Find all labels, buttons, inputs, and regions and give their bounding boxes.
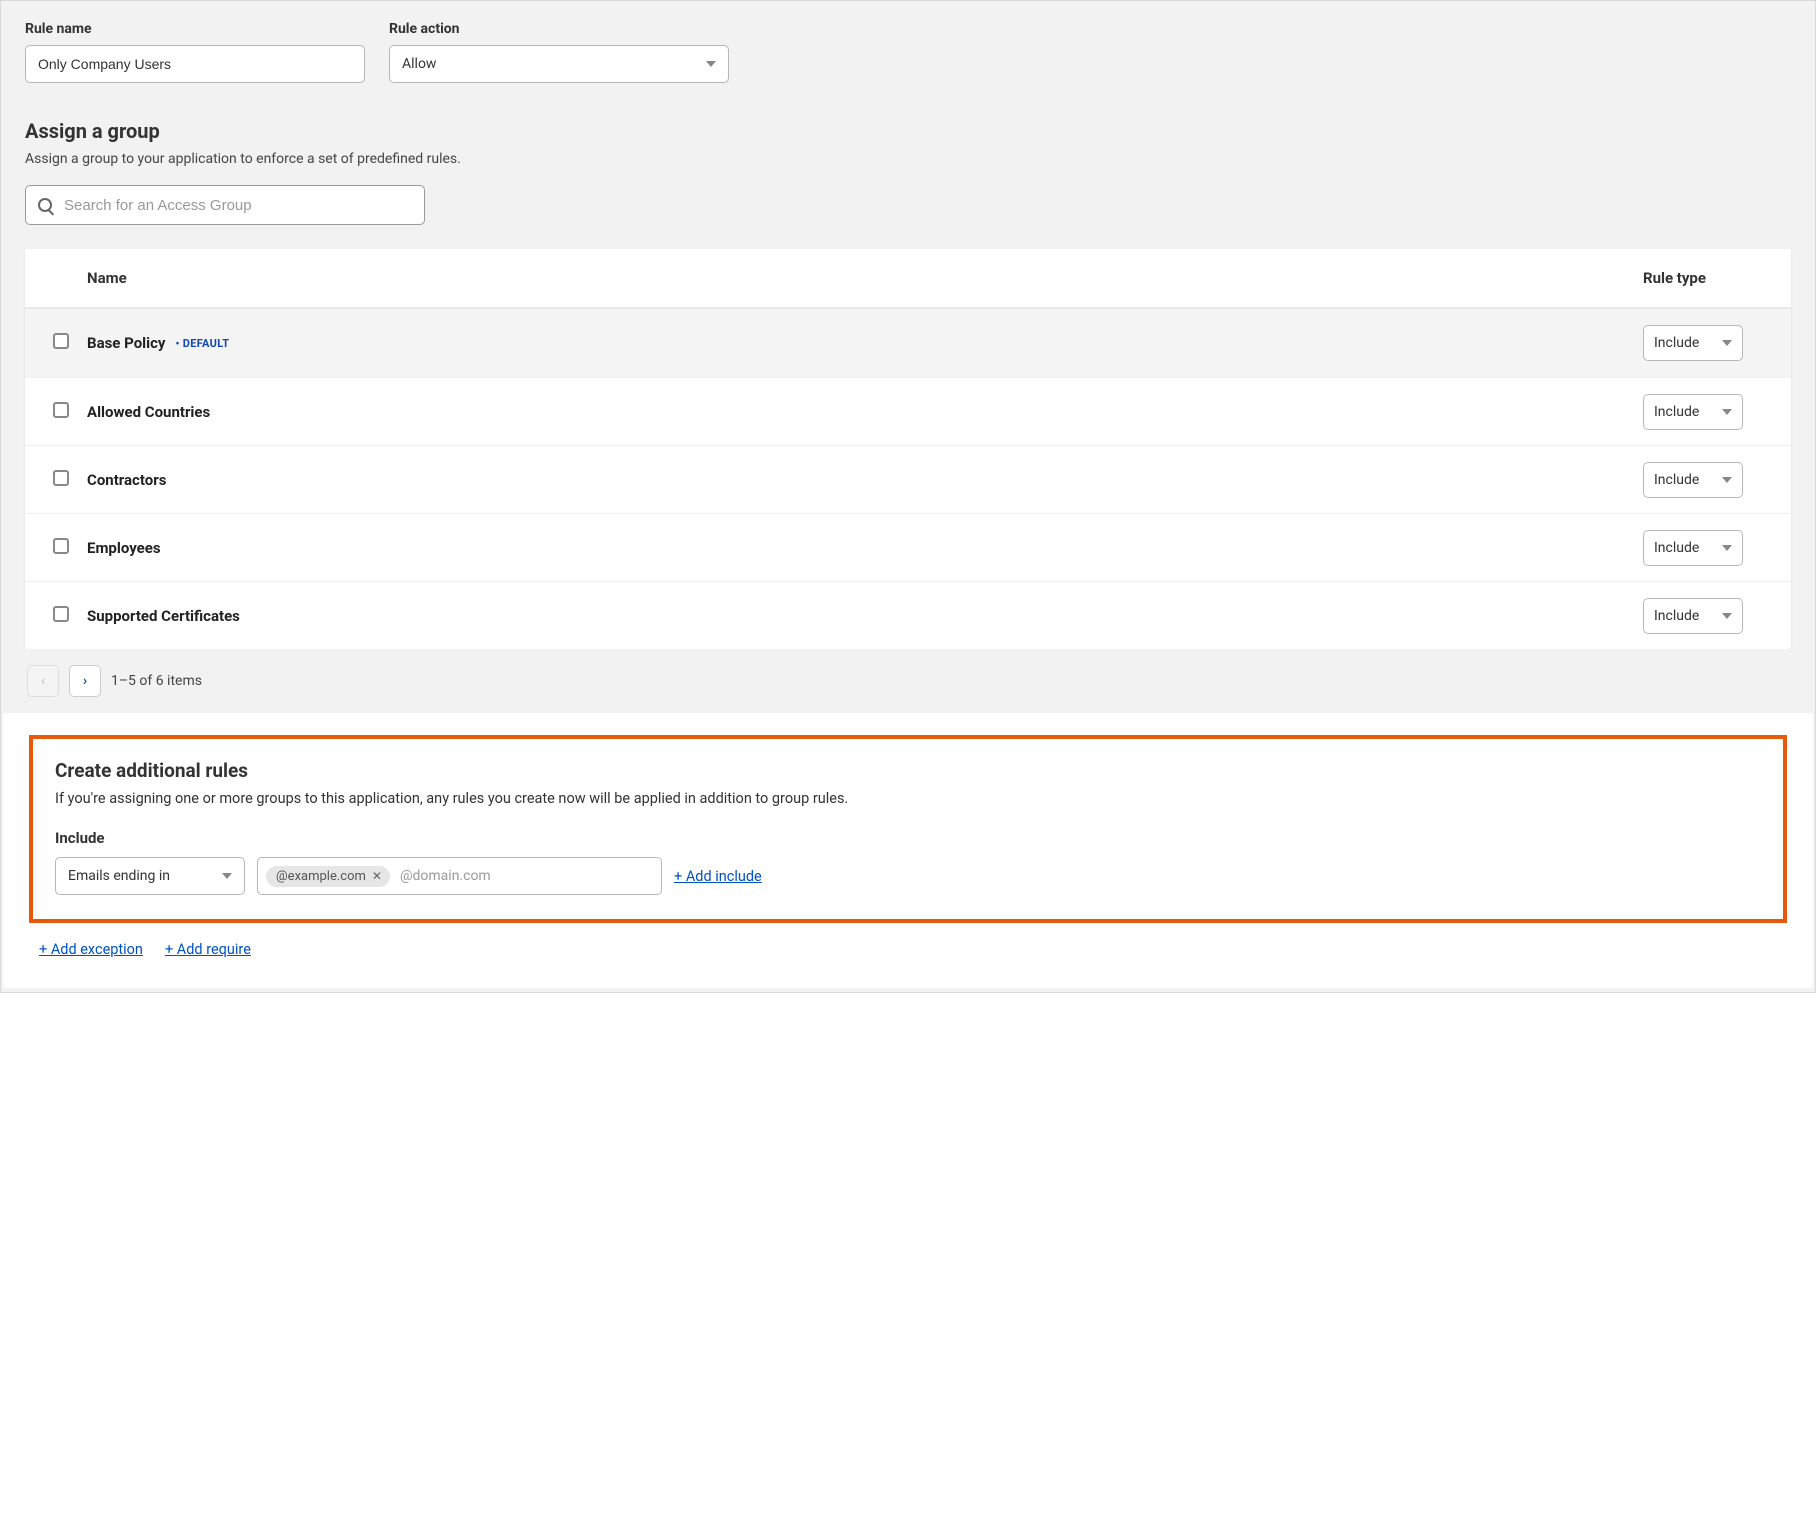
top-panel: Rule name Rule action Allow Assign a gro…	[3, 3, 1813, 713]
rule-type-value: Include	[1654, 404, 1699, 420]
rule-type-value: Include	[1654, 335, 1699, 351]
rule-type-select[interactable]: Include	[1643, 394, 1743, 430]
rule-type-select[interactable]: Include	[1643, 462, 1743, 498]
table-header: Name Rule type	[25, 249, 1791, 309]
default-badge: DEFAULT	[175, 337, 229, 350]
row-checkbox[interactable]	[53, 606, 69, 622]
pager-next-button[interactable]: ›	[69, 665, 101, 697]
table-row: Employees Include	[25, 513, 1791, 581]
rule-type-value: Include	[1654, 540, 1699, 556]
add-exception-link[interactable]: + Add exception	[39, 941, 143, 958]
include-selector-value: Emails ending in	[68, 868, 170, 884]
row-name-label: Supported Certificates	[87, 607, 240, 625]
additional-rules-heading: Create additional rules	[55, 759, 1761, 782]
table-row: Contractors Include	[25, 445, 1791, 513]
include-label: Include	[55, 829, 1761, 847]
pager-prev-button[interactable]: ‹	[27, 665, 59, 697]
row-name-label: Allowed Countries	[87, 403, 210, 421]
rule-type-select[interactable]: Include	[1643, 325, 1743, 361]
additional-rules-highlight: Create additional rules If you're assign…	[29, 735, 1787, 923]
chevron-left-icon: ‹	[41, 674, 45, 688]
include-value-input[interactable]: @example.com ✕ @domain.com	[257, 857, 662, 895]
add-include-link[interactable]: + Add include	[674, 868, 762, 885]
row-checkbox[interactable]	[53, 538, 69, 554]
col-type-header: Rule type	[1643, 269, 1763, 287]
chevron-down-icon	[1722, 340, 1732, 346]
table-row: Base Policy DEFAULT Include	[25, 309, 1791, 377]
rule-name-label: Rule name	[25, 21, 365, 37]
chevron-down-icon	[222, 873, 232, 879]
rule-type-select[interactable]: Include	[1643, 598, 1743, 634]
rule-action-value: Allow	[402, 56, 436, 72]
row-checkbox[interactable]	[53, 333, 69, 349]
rule-action-select[interactable]: Allow	[389, 45, 729, 83]
row-name-label: Employees	[87, 539, 161, 557]
table-row: Supported Certificates Include	[25, 581, 1791, 649]
rule-type-value: Include	[1654, 608, 1699, 624]
group-search-input[interactable]	[62, 196, 412, 215]
rule-name-field: Rule name	[25, 21, 365, 83]
chip-text: @example.com	[276, 869, 366, 884]
row-name-label: Contractors	[87, 471, 166, 489]
search-icon	[38, 198, 52, 212]
group-table: Name Rule type Base Policy DEFAULT Include…	[25, 249, 1791, 713]
rule-type-select[interactable]: Include	[1643, 530, 1743, 566]
footer-links: + Add exception + Add require	[35, 941, 1781, 958]
chevron-down-icon	[1722, 409, 1732, 415]
rule-type-value: Include	[1654, 472, 1699, 488]
page-container: Rule name Rule action Allow Assign a gro…	[0, 0, 1816, 993]
chevron-down-icon	[1722, 613, 1732, 619]
row-name-label: Base Policy	[87, 334, 165, 352]
include-row: Emails ending in @example.com ✕ @domain.…	[55, 857, 1761, 895]
include-selector[interactable]: Emails ending in	[55, 857, 245, 895]
rule-action-field: Rule action Allow	[389, 21, 729, 83]
assign-group-sub: Assign a group to your application to en…	[25, 151, 1791, 167]
col-name-header: Name	[87, 269, 1643, 287]
row-checkbox[interactable]	[53, 402, 69, 418]
pager-text: 1–5 of 6 items	[111, 673, 202, 689]
pager: ‹ › 1–5 of 6 items	[25, 649, 1791, 713]
rule-name-input[interactable]	[25, 45, 365, 83]
assign-group-heading: Assign a group	[25, 119, 1791, 143]
chevron-down-icon	[1722, 545, 1732, 551]
chevron-down-icon	[706, 61, 716, 67]
add-require-link[interactable]: + Add require	[165, 941, 251, 958]
rule-header-row: Rule name Rule action Allow	[25, 21, 1791, 83]
additional-rules-sub: If you're assigning one or more groups t…	[55, 790, 1761, 807]
rule-action-label: Rule action	[389, 21, 729, 37]
email-domain-chip: @example.com ✕	[266, 866, 390, 887]
additional-rules-card: Create additional rules If you're assign…	[3, 713, 1813, 988]
include-placeholder: @domain.com	[400, 868, 491, 884]
chip-remove-icon[interactable]: ✕	[372, 869, 382, 883]
row-checkbox[interactable]	[53, 470, 69, 486]
group-search-box[interactable]	[25, 185, 425, 225]
table-row: Allowed Countries Include	[25, 377, 1791, 445]
chevron-down-icon	[1722, 477, 1732, 483]
chevron-right-icon: ›	[83, 674, 87, 688]
